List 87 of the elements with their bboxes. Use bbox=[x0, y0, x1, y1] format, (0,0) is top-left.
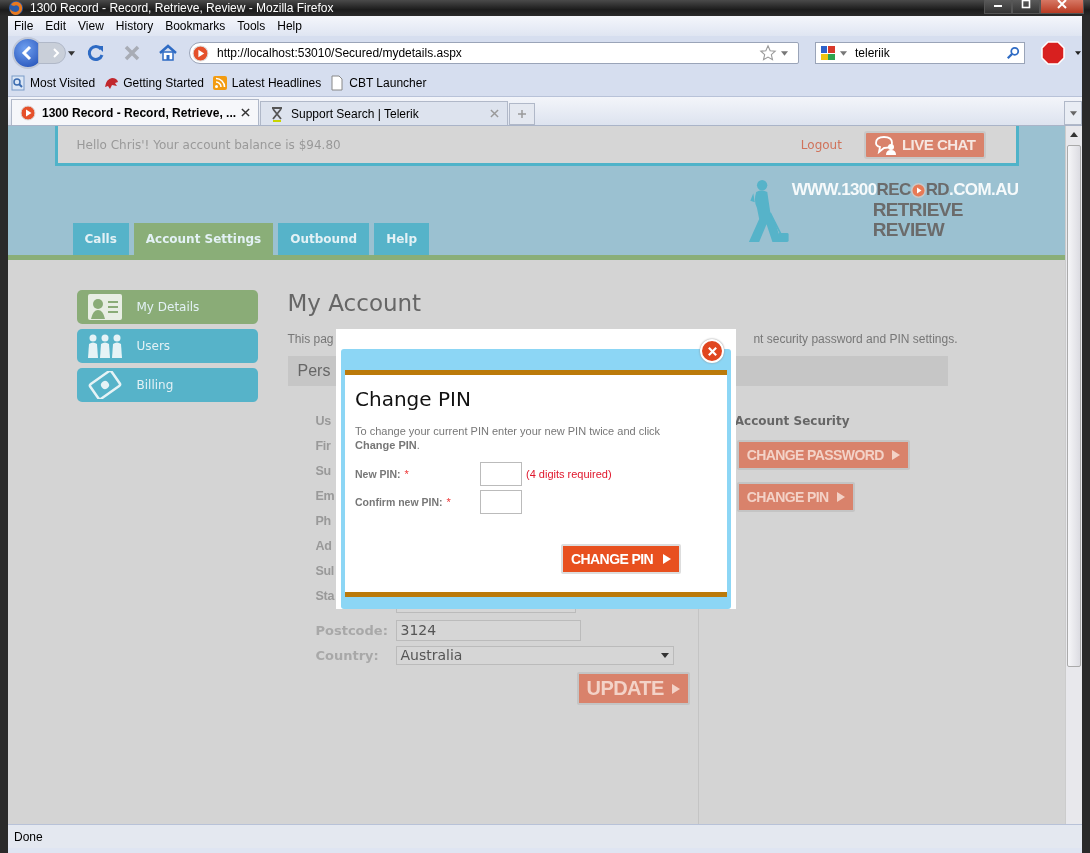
logo-text: REC bbox=[876, 180, 911, 200]
bookmark-item[interactable]: Latest Headlines bbox=[211, 75, 322, 91]
menu-item[interactable]: Edit bbox=[45, 19, 67, 33]
menu-item[interactable]: File bbox=[14, 19, 34, 33]
logo-text: WWW.1300 bbox=[791, 180, 877, 200]
form-label: Ad bbox=[315, 539, 332, 555]
menu-item[interactable]: History bbox=[115, 19, 154, 33]
search-icon[interactable] bbox=[1006, 46, 1020, 60]
close-dialog-button[interactable] bbox=[700, 339, 724, 363]
card-icon bbox=[86, 371, 123, 399]
close-tab-icon[interactable] bbox=[241, 108, 250, 117]
site-icon bbox=[192, 44, 209, 62]
star-icon[interactable] bbox=[759, 44, 777, 62]
browser-tab[interactable]: Support Search | Telerik bbox=[260, 101, 508, 125]
field-hint: (4 digits required) bbox=[526, 468, 612, 480]
close-icon bbox=[1056, 0, 1068, 9]
form-label: Su bbox=[315, 464, 331, 480]
form-label: Sta bbox=[315, 589, 335, 605]
stop-sign-icon[interactable] bbox=[1041, 41, 1065, 65]
menu-item[interactable]: Bookmarks bbox=[165, 19, 226, 33]
minimize-button[interactable] bbox=[984, 0, 1012, 14]
search-engine-icon[interactable] bbox=[820, 45, 836, 61]
creature-icon bbox=[103, 75, 120, 91]
required-mark: * bbox=[404, 468, 409, 480]
arrow-icon bbox=[836, 492, 845, 502]
pin-field[interactable] bbox=[480, 462, 522, 486]
caret-icon[interactable] bbox=[1075, 51, 1081, 55]
form-label: Sul bbox=[315, 564, 335, 580]
feed-icon bbox=[211, 75, 228, 91]
address-field[interactable]: http://localhost:53010/Secured/mydetails.aspx bbox=[189, 42, 799, 64]
scrollbar[interactable] bbox=[1065, 126, 1082, 824]
field-label: New PIN: bbox=[355, 468, 401, 480]
browser-tab[interactable]: 1300 Record - Record, Retrieve, ... bbox=[11, 99, 259, 125]
menu-item[interactable]: Help bbox=[277, 19, 302, 33]
required-mark: * bbox=[446, 496, 451, 508]
logo-text: .COM.AU bbox=[949, 180, 1019, 200]
pin-field[interactable] bbox=[480, 490, 522, 514]
form-label: Us bbox=[315, 414, 331, 430]
maximize-icon bbox=[1020, 0, 1032, 9]
close-button[interactable] bbox=[1040, 0, 1084, 14]
logo-text: RETRIEVE bbox=[872, 200, 964, 220]
window-title: 1300 Record - Record, Retrieve, Review - Mozilla Firefox bbox=[30, 1, 334, 15]
plus-icon bbox=[517, 109, 527, 119]
intro-text: nt security password and PIN settings. bbox=[753, 332, 958, 346]
play-icon bbox=[20, 104, 36, 121]
play-icon bbox=[910, 182, 926, 198]
form-label: Fir bbox=[315, 439, 331, 455]
list-tabs-button[interactable] bbox=[1064, 101, 1082, 125]
chat-icon bbox=[873, 134, 898, 155]
history-dropdown-icon[interactable] bbox=[68, 50, 75, 56]
scroll-thumb[interactable] bbox=[1067, 145, 1081, 667]
page-icon bbox=[329, 75, 346, 91]
dialog-instructions: To change your current PIN enter your new PIN twice and click Change PIN. bbox=[355, 424, 662, 452]
menu-item[interactable]: Tools bbox=[237, 19, 266, 33]
close-icon bbox=[706, 345, 718, 357]
arrow-icon bbox=[663, 554, 671, 564]
field-label: Confirm new PIN: bbox=[355, 496, 443, 508]
search-field[interactable]: teleriik bbox=[815, 42, 1025, 64]
form-label: Ph bbox=[315, 514, 331, 530]
section-title: Account Security bbox=[734, 414, 850, 428]
reload-icon[interactable] bbox=[86, 43, 106, 63]
form-label: Em bbox=[315, 489, 335, 505]
country-select[interactable]: Australia bbox=[395, 646, 674, 665]
page-heading: My Account bbox=[287, 290, 423, 316]
maximize-button[interactable] bbox=[1012, 0, 1040, 14]
caret-icon bbox=[660, 653, 669, 658]
arrow-icon bbox=[891, 450, 900, 460]
caret-icon bbox=[1069, 110, 1077, 116]
bookmark-item[interactable]: CBT Launcher bbox=[329, 75, 427, 91]
bookmark-item[interactable]: Getting Started bbox=[103, 75, 204, 91]
bookmark-item[interactable]: Most Visited bbox=[10, 75, 96, 91]
logo-text: RD bbox=[925, 180, 950, 200]
hourglass-icon bbox=[269, 105, 285, 122]
balance-text: Hello Chris'! Your account balance is $94.80 bbox=[76, 137, 341, 152]
status-text: Done bbox=[14, 829, 43, 844]
logo-text: REVIEW bbox=[872, 220, 946, 240]
menu-item[interactable]: View bbox=[78, 19, 104, 33]
home-icon[interactable] bbox=[158, 43, 178, 63]
users-icon bbox=[86, 332, 123, 360]
change-pin-button[interactable]: CHANGE PIN bbox=[561, 544, 681, 574]
scroll-up-icon[interactable] bbox=[1070, 132, 1078, 137]
arrow-icon bbox=[671, 683, 680, 694]
intro-text: This pag bbox=[287, 332, 334, 346]
firefox-icon bbox=[8, 0, 24, 16]
dialog-title: Change PIN bbox=[355, 386, 472, 412]
postcode-field[interactable]: 3124 bbox=[395, 620, 581, 641]
id-card-icon bbox=[86, 293, 123, 321]
